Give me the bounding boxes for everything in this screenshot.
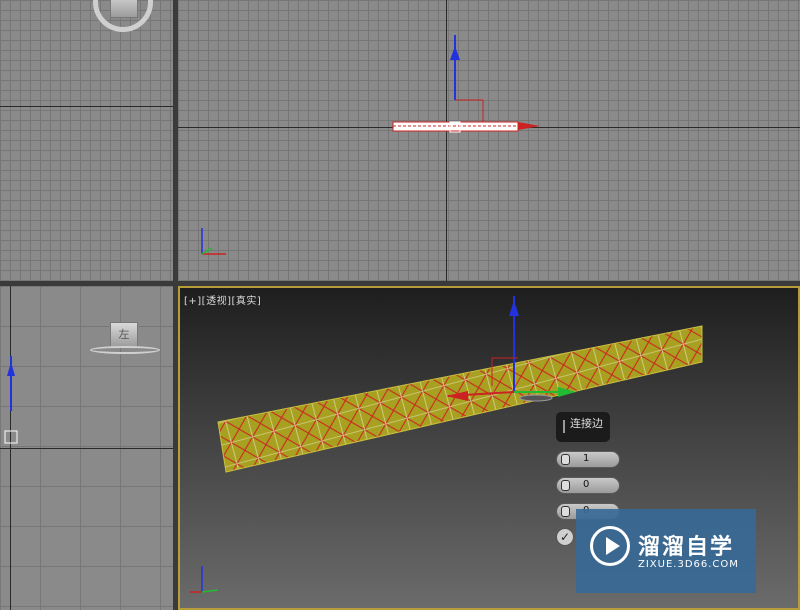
viewcube-left[interactable]: 左 [110,322,138,348]
slide-icon [561,506,570,517]
pinch-value[interactable]: 0 [583,479,589,490]
viewcube-icon[interactable] [110,0,138,18]
ok-checkmark-button[interactable]: ✓ [556,528,574,546]
pinch-icon [561,480,570,491]
grid-axis-x [0,106,173,107]
segments-value[interactable]: 1 [583,453,589,464]
segments-spinner[interactable]: 1 [556,451,620,468]
caddy-title-box[interactable]: 连接边 [556,412,610,442]
watermark: 溜溜自学 ZIXUE.3D66.COM [576,509,756,593]
play-logo-icon [590,526,630,566]
front-axis-tripod-icon [201,228,226,255]
left-gizmo[interactable] [0,336,40,456]
watermark-url: ZIXUE.3D66.COM [638,559,739,570]
viewport-left[interactable]: 左 [0,286,173,610]
viewport-top-left[interactable] [0,0,173,281]
segments-icon [561,454,570,465]
viewport-front[interactable] [178,0,800,281]
front-gizmo[interactable] [178,0,800,281]
viewcube-ring[interactable] [90,346,160,354]
watermark-name: 溜溜自学 [638,535,735,560]
pinch-spinner[interactable]: 0 [556,477,620,494]
caddy-handle-icon [563,420,565,433]
persp-axis-tripod-icon [190,566,219,593]
caddy-title: 连接边 [570,417,603,430]
